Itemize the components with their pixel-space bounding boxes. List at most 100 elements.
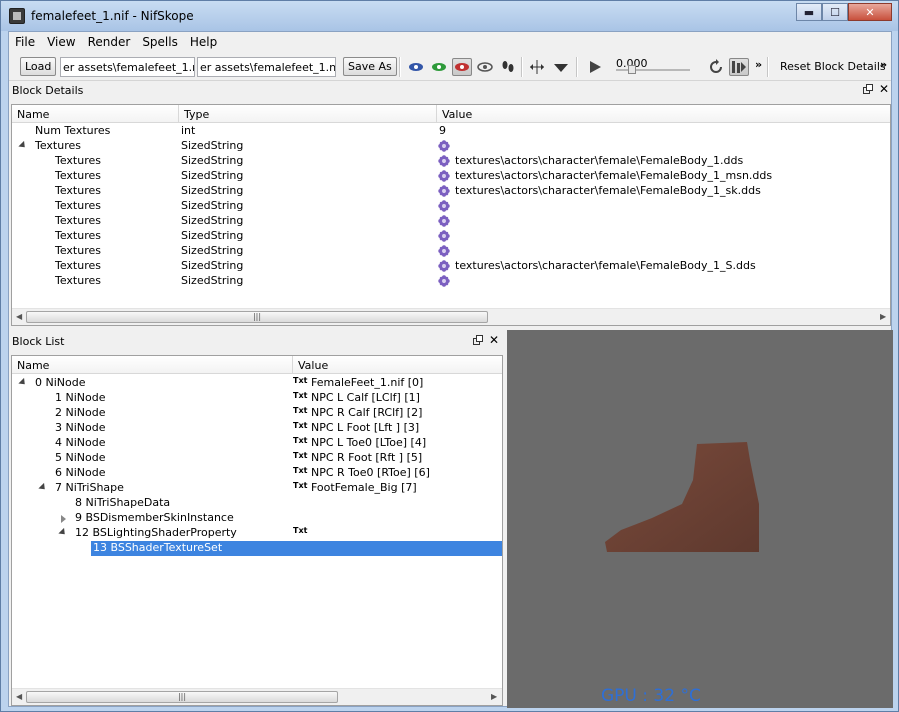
block-details-title: Block Details: [9, 82, 891, 98]
block-name: 4 NiNode: [55, 436, 106, 449]
texture-flower-icon: [438, 215, 450, 227]
dropdown-triangle-icon[interactable]: [551, 58, 571, 76]
collapsed-arrow-icon[interactable]: [61, 515, 66, 523]
close-dock-icon[interactable]: ✕: [489, 333, 499, 347]
eye-red-icon[interactable]: [452, 58, 472, 76]
block-list-row[interactable]: 4 NiNode Txt NPC L Toe0 [LToe] [4]: [12, 436, 502, 451]
main-toolbar: Load er assets\femalefeet_1.nif er asset…: [9, 53, 891, 81]
details-row[interactable]: Textures SizedString textures\actors\chara…: [12, 169, 890, 184]
block-list-row[interactable]: 1 NiNode Txt NPC L Calf [LClf] [1]: [12, 391, 502, 406]
expand-arrow-icon[interactable]: [38, 482, 48, 493]
col-header-name[interactable]: Name: [12, 105, 179, 123]
details-value[interactable]: textures\actors\character\female\FemaleB…: [455, 259, 756, 272]
details-row[interactable]: Textures SizedString: [12, 199, 890, 214]
block-name: 2 NiNode: [55, 406, 106, 419]
details-row[interactable]: Textures SizedString textures\actors\chara…: [12, 154, 890, 169]
close-dock-icon[interactable]: ✕: [879, 82, 889, 96]
block-list-row[interactable]: 12 BSLightingShaderProperty Txt: [12, 526, 502, 541]
txt-string-icon: Txt: [293, 451, 308, 460]
block-list-row[interactable]: 0 NiNode Txt FemaleFeet_1.nif [0]: [12, 376, 502, 391]
switch-icon[interactable]: [729, 58, 749, 76]
expand-arrow-icon[interactable]: [18, 377, 28, 388]
details-type: SizedString: [181, 229, 244, 242]
save-path-input[interactable]: er assets\femalefeet_1.nif: [197, 57, 336, 77]
menu-help[interactable]: Help: [184, 32, 223, 52]
expand-arrow-icon[interactable]: [58, 527, 68, 538]
scroll-right-arrow[interactable]: ▶: [491, 692, 497, 701]
menu-render[interactable]: Render: [82, 32, 137, 52]
scroll-thumb[interactable]: |||: [26, 691, 338, 703]
details-value[interactable]: 9: [439, 124, 446, 137]
details-row[interactable]: Textures SizedString: [12, 139, 890, 154]
eye-grey-icon[interactable]: [475, 58, 495, 76]
details-row[interactable]: Textures SizedString textures\actors\chara…: [12, 184, 890, 199]
scroll-right-arrow[interactable]: ▶: [880, 312, 886, 321]
scroll-left-arrow[interactable]: ◀: [16, 312, 22, 321]
menu-view[interactable]: View: [41, 32, 81, 52]
reset-block-details-button[interactable]: Reset Block Details: [780, 60, 886, 73]
col-header-type[interactable]: Type: [179, 105, 437, 123]
details-value[interactable]: textures\actors\character\female\FemaleB…: [455, 184, 761, 197]
details-row[interactable]: Textures SizedString: [12, 214, 890, 229]
txt-string-icon: Txt: [293, 391, 308, 400]
close-button[interactable]: ✕: [848, 3, 892, 21]
save-as-button[interactable]: Save As: [343, 57, 397, 76]
block-list-row[interactable]: 5 NiNode Txt NPC R Foot [Rft ] [5]: [12, 451, 502, 466]
block-details-panel: Name Type Value Num Textures int 9 Textures…: [11, 104, 891, 326]
details-name: Textures: [55, 229, 101, 242]
details-value[interactable]: textures\actors\character\female\FemaleB…: [455, 169, 772, 182]
col-header-value[interactable]: Value: [437, 105, 890, 123]
menu-file[interactable]: File: [9, 32, 41, 52]
block-list-row[interactable]: 9 BSDismemberSkinInstance: [12, 511, 502, 526]
time-slider[interactable]: [616, 65, 690, 74]
details-name: Textures: [35, 139, 81, 152]
col-header-name[interactable]: Name: [12, 356, 293, 374]
render-viewport[interactable]: GPU : 32 °C: [507, 330, 893, 708]
block-list-row[interactable]: 7 NiTriShape Txt FootFemale_Big [7]: [12, 481, 502, 496]
block-value: FootFemale_Big [7]: [311, 481, 417, 494]
details-row[interactable]: Textures SizedString: [12, 229, 890, 244]
block-list-row[interactable]: 6 NiNode Txt NPC R Toe0 [RToe] [6]: [12, 466, 502, 481]
col-header-value[interactable]: Value: [293, 356, 502, 374]
horizontal-scrollbar[interactable]: ◀ ||| ▶: [12, 688, 502, 705]
loop-icon[interactable]: [706, 58, 726, 76]
details-name: Textures: [55, 244, 101, 257]
details-name: Textures: [55, 169, 101, 182]
toolbar-overflow-2[interactable]: »: [880, 58, 887, 71]
menu-spells[interactable]: Spells: [136, 32, 184, 52]
horizontal-scrollbar[interactable]: ◀ ||| ▶: [12, 308, 890, 325]
client-area: File View Render Spells Help Load er ass…: [8, 31, 893, 708]
scroll-thumb[interactable]: |||: [26, 311, 488, 323]
eye-blue-icon[interactable]: [406, 58, 426, 76]
foot-mesh: [605, 442, 759, 552]
block-list-row[interactable]: 8 NiTriShapeData: [12, 496, 502, 511]
block-list-row[interactable]: 13 BSShaderTextureSet: [12, 541, 502, 556]
time-slider-handle[interactable]: [628, 65, 636, 74]
details-row[interactable]: Textures SizedString textures\actors\chara…: [12, 259, 890, 274]
texture-flower-icon: [438, 140, 450, 152]
load-button[interactable]: Load: [20, 57, 57, 76]
undock-icon[interactable]: [863, 84, 873, 97]
details-row[interactable]: Num Textures int 9: [12, 124, 890, 139]
footprints-icon[interactable]: [498, 58, 518, 76]
details-value[interactable]: textures\actors\character\female\FemaleB…: [455, 154, 743, 167]
expand-arrow-icon[interactable]: [18, 140, 28, 151]
block-name: 13 BSShaderTextureSet: [93, 541, 223, 554]
toolbar-separator: [521, 57, 523, 77]
details-row[interactable]: Textures SizedString: [12, 274, 890, 289]
eye-green-icon[interactable]: [429, 58, 449, 76]
minimize-button[interactable]: ▬: [796, 3, 822, 21]
block-list-row[interactable]: 3 NiNode Txt NPC L Foot [Lft ] [3]: [12, 421, 502, 436]
toolbar-overflow-1[interactable]: »: [755, 58, 762, 71]
details-type: SizedString: [181, 244, 244, 257]
block-value: NPC R Foot [Rft ] [5]: [311, 451, 423, 464]
load-path-input[interactable]: er assets\femalefeet_1.nif: [60, 57, 195, 77]
scroll-left-arrow[interactable]: ◀: [16, 692, 22, 701]
play-icon[interactable]: [585, 58, 605, 76]
axis-arrows-icon[interactable]: [527, 58, 547, 76]
title-bar[interactable]: femalefeet_1.nif - NifSkope ▬ ☐ ✕: [1, 1, 898, 31]
undock-icon[interactable]: [473, 335, 483, 348]
maximize-button[interactable]: ☐: [822, 3, 848, 21]
details-row[interactable]: Textures SizedString: [12, 244, 890, 259]
block-list-row[interactable]: 2 NiNode Txt NPC R Calf [RClf] [2]: [12, 406, 502, 421]
